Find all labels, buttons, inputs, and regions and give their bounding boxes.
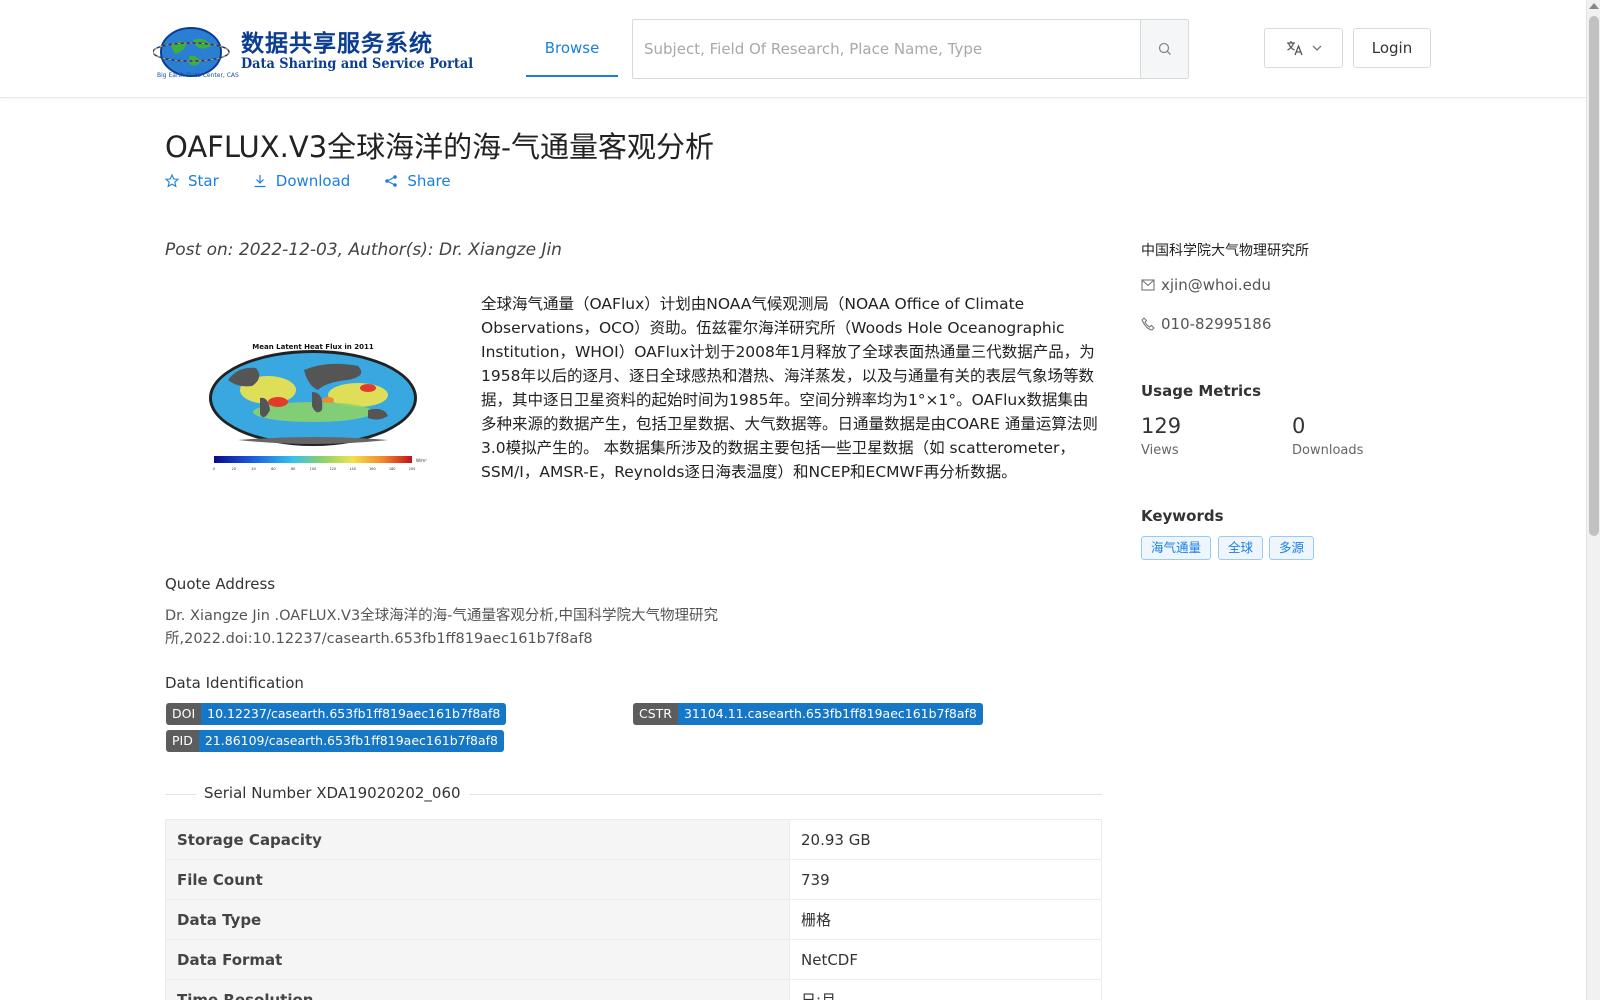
search-input[interactable] (633, 20, 1140, 78)
info-key: File Count (165, 859, 790, 900)
keyword-tag[interactable]: 海气通量 (1141, 536, 1212, 560)
cstr-key: CSTR (633, 703, 678, 725)
doi-tag[interactable]: DOI 10.12237/casearth.653fb1ff819aec161b… (166, 703, 507, 725)
scroll-up-arrow-icon[interactable] (1589, 3, 1599, 9)
keyword-tag[interactable]: 全球 (1218, 536, 1264, 560)
dataset-info-table: Storage Capacity 20.93 GB File Count 739 Dat… (165, 819, 1102, 1000)
colorbar-tick-label: 120 (329, 467, 336, 471)
email-text: xjin@whoi.edu (1161, 276, 1271, 294)
figure-unit: W/m² (416, 458, 427, 463)
share-icon (385, 175, 398, 187)
figure-colorbar (214, 456, 412, 463)
page-scrollbar[interactable] (1586, 0, 1600, 1000)
info-key: Data Format (165, 939, 790, 980)
cstr-value: 31104.11.casearth.653fb1ff819aec161b7f8a… (677, 703, 983, 725)
downloads-label: Downloads (1292, 443, 1364, 458)
colorbar-tick-label: 100 (310, 467, 317, 471)
top-header: 数据共享服务系统 Data Sharing and Service Portal… (0, 0, 1586, 98)
chevron-down-icon (1312, 45, 1321, 51)
organization-name: 中国科学院大气物理研究所 (1141, 243, 1309, 259)
translate-icon (1286, 41, 1303, 56)
colorbar-tick-label: 0 (213, 467, 215, 471)
figure-title: Mean Latent Heat Flux in 2011 (252, 343, 374, 351)
download-icon (254, 175, 266, 188)
dataset-title: OAFLUX.V3全球海洋的海-气通量客观分析 (165, 124, 714, 166)
download-label: Download (275, 172, 351, 190)
info-row: Time Resolution 日;月 (165, 979, 1102, 1000)
language-switcher[interactable] (1264, 28, 1343, 68)
share-label: Share (407, 172, 451, 190)
keywords-heading: Keywords (1141, 507, 1224, 525)
views-label: Views (1141, 443, 1179, 458)
dataset-thumbnail[interactable]: Mean Latent Heat Flux in 2011 0 20 40 60… (208, 340, 438, 480)
doi-value: 10.12237/casearth.653fb1ff819aec161b7f8a… (201, 703, 507, 725)
portal-logo[interactable]: 数据共享服务系统 Data Sharing and Service Portal… (153, 20, 473, 80)
colorbar-tick-label: 60 (271, 467, 275, 471)
pid-tag[interactable]: PID 21.86109/casearth.653fb1ff819aec161b… (166, 730, 504, 752)
phone-icon (1141, 317, 1155, 331)
latent-heat-flux-map: Mean Latent Heat Flux in 2011 0 20 40 60… (209, 343, 427, 471)
logo-subtitle: Big Earth Data Center, CAS (157, 72, 239, 79)
cstr-tag[interactable]: CSTR 31104.11.casearth.653fb1ff819aec161… (633, 703, 983, 725)
usage-metrics-heading: Usage Metrics (1141, 382, 1261, 400)
keyword-tag[interactable]: 多源 (1269, 536, 1315, 560)
star-icon (165, 174, 179, 188)
logo-title-en: Data Sharing and Service Portal (241, 56, 474, 72)
info-key: Time Resolution (165, 979, 790, 1000)
pid-key: PID (166, 730, 199, 752)
doi-key: DOI (166, 703, 202, 725)
colorbar-tick-label: 80 (291, 467, 295, 471)
download-button[interactable]: Download (253, 172, 351, 190)
search-box (632, 19, 1189, 79)
colorbar-tick-label: 180 (389, 467, 396, 471)
search-icon (1158, 42, 1171, 55)
info-value: NetCDF (789, 939, 1102, 980)
contact-phone: 010-82995186 (1141, 315, 1271, 333)
downloads-count: 0 (1292, 414, 1306, 438)
info-value: 栅格 (789, 899, 1102, 940)
info-row: Storage Capacity 20.93 GB (165, 819, 1102, 860)
contact-email[interactable]: xjin@whoi.edu (1141, 276, 1271, 294)
pid-value: 21.86109/casearth.653fb1ff819aec161b7f8a… (198, 730, 504, 752)
data-identification-label: Data Identification (165, 674, 304, 692)
views-count: 129 (1141, 414, 1182, 438)
info-value: 20.93 GB (789, 819, 1102, 860)
share-button[interactable]: Share (384, 172, 451, 190)
star-label: Star (188, 172, 219, 190)
dataset-title-en: OAFLUX.V3 (165, 130, 328, 164)
globe-logo-icon (153, 27, 230, 77)
colorbar-tick-label: 200 (409, 467, 416, 471)
search-button[interactable] (1140, 20, 1188, 78)
info-key: Storage Capacity (165, 819, 790, 860)
info-key: Data Type (165, 899, 790, 940)
info-row: Data Format NetCDF (165, 939, 1102, 980)
scrollbar-thumb[interactable] (1589, 16, 1599, 536)
colorbar-tick-label: 40 (251, 467, 255, 471)
mail-icon (1141, 279, 1155, 291)
info-value: 739 (789, 859, 1102, 900)
info-value: 日;月 (789, 979, 1102, 1000)
colorbar-tick-label: 140 (349, 467, 356, 471)
login-button[interactable]: Login (1353, 28, 1431, 68)
logo-title-cn: 数据共享服务系统 (241, 31, 433, 57)
quote-address-text: Dr. Xiangze Jin .OAFLUX.V3全球海洋的海-气通量客观分析… (165, 608, 719, 647)
dataset-title-cn: 全球海洋的海-气通量客观分析 (327, 130, 714, 164)
colorbar-tick-label: 160 (369, 467, 376, 471)
post-info: Post on: 2022-12-03, Author(s): Dr. Xian… (165, 240, 562, 260)
serial-number: Serial Number XDA19020202_060 (196, 784, 469, 802)
dataset-actions: Star Download Share (165, 172, 451, 190)
page: 数据共享服务系统 Data Sharing and Service Portal… (0, 0, 1600, 1000)
info-row: File Count 739 (165, 859, 1102, 900)
nav-browse-tab[interactable]: Browse (526, 19, 618, 77)
dataset-description: 全球海气通量（OAFlux）计划由NOAA气候观测局（NOAA Office o… (481, 295, 1098, 481)
info-row: Data Type 栅格 (165, 899, 1102, 940)
quote-address-label: Quote Address (165, 575, 276, 593)
phone-text: 010-82995186 (1161, 315, 1272, 333)
star-button[interactable]: Star (165, 172, 219, 190)
colorbar-tick-label: 20 (232, 467, 236, 471)
